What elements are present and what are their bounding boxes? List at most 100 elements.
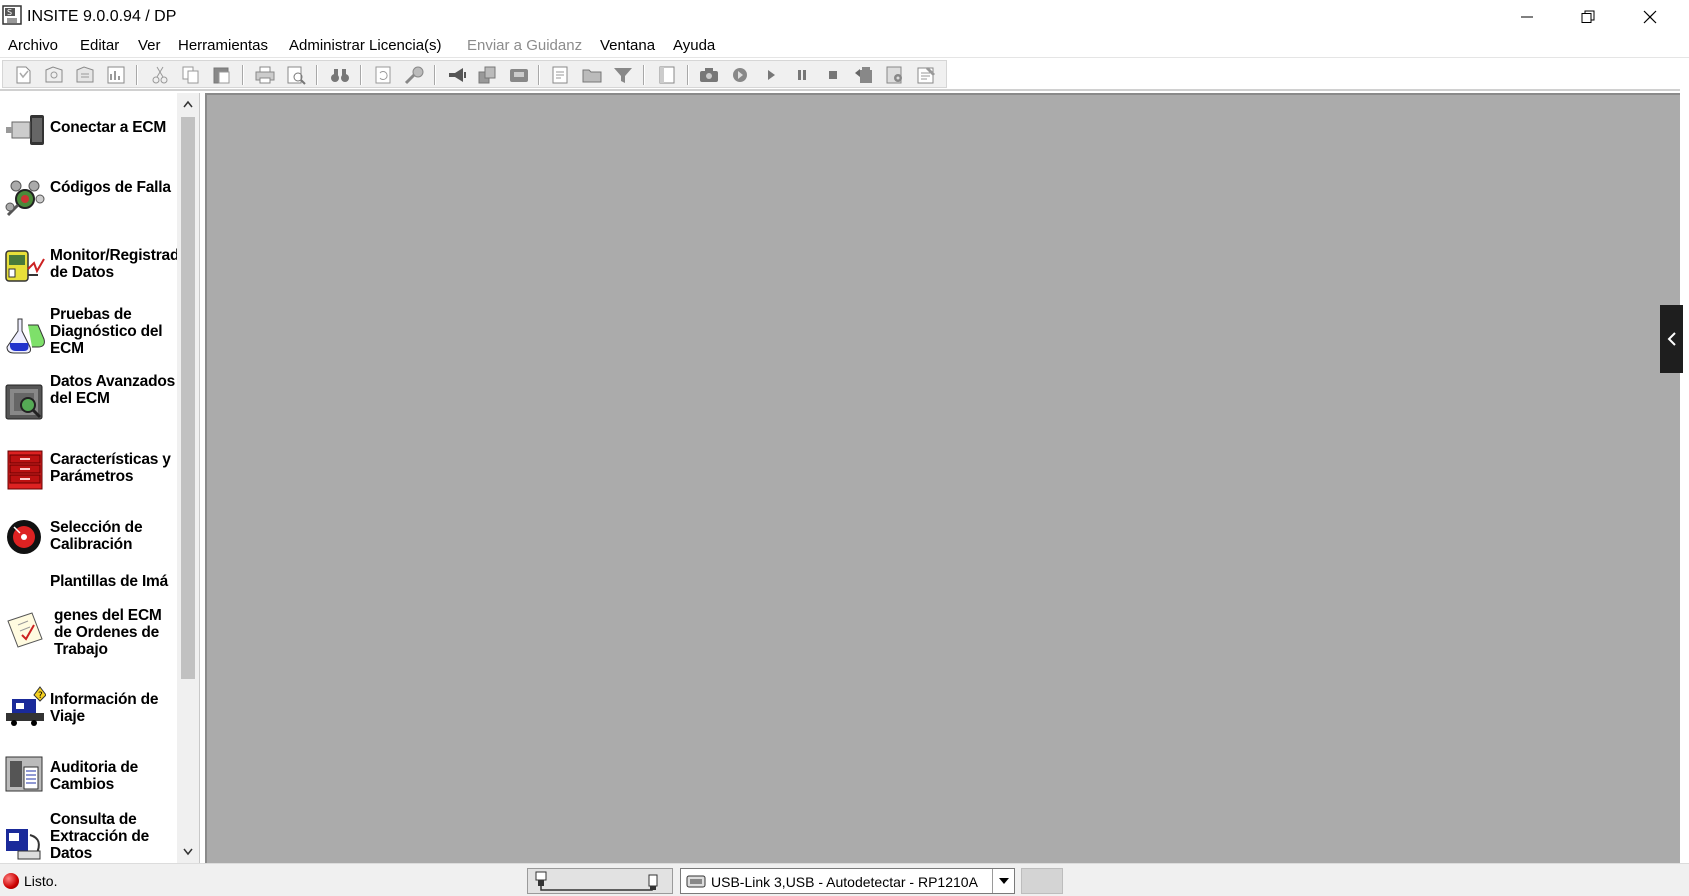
chevron-up-icon <box>183 100 193 108</box>
record-icon[interactable] <box>728 64 752 86</box>
play-icon[interactable] <box>759 64 783 86</box>
nav-item-pruebas-diagnostico[interactable]: Pruebas de Diagnóstico del ECM <box>0 301 178 365</box>
svg-text:S: S <box>7 8 12 17</box>
nav-item-datos-avanzados[interactable]: Datos Avanzados del ECM <box>0 369 178 433</box>
nav-item-auditoria-cambios[interactable]: Auditoria de Cambios <box>0 745 178 809</box>
menu-administrar-licencias[interactable]: Administrar Licencia(s) <box>289 37 442 54</box>
scroll-up-button[interactable] <box>177 93 199 115</box>
minimize-button[interactable] <box>1497 0 1557 34</box>
adapter-device-value: USB-Link 3,USB - Autodetectar - RP1210A <box>711 874 978 890</box>
insite-logo-icon: S <box>2 5 22 25</box>
restore-icon <box>1581 10 1595 23</box>
page-icon[interactable] <box>655 64 679 86</box>
copy-icon[interactable] <box>179 64 203 86</box>
nav-label-codigos-falla: Códigos de Falla <box>50 179 171 196</box>
save-icon[interactable] <box>73 64 97 86</box>
data-extraction-icon <box>6 829 41 860</box>
trip-info-icon: ? <box>6 686 46 726</box>
cable-icon <box>535 871 658 891</box>
data-monitor-icon <box>5 250 45 282</box>
scroll-down-button[interactable] <box>177 841 199 863</box>
nav-item-codigos-falla[interactable]: Códigos de Falla <box>0 165 178 229</box>
menu-ventana[interactable]: Ventana <box>600 37 655 54</box>
find-icon[interactable] <box>328 64 352 86</box>
svg-text:?: ? <box>38 691 43 701</box>
restore-button[interactable] <box>1558 0 1618 34</box>
nav-label-informacion-viaje: Información de Viaje <box>50 691 159 725</box>
menu-herramientas[interactable]: Herramientas <box>178 37 268 54</box>
new-icon[interactable] <box>11 64 35 86</box>
device-dropdown-button[interactable] <box>992 869 1014 893</box>
close-icon <box>1643 10 1657 24</box>
toolbox-icon <box>7 450 43 490</box>
nav-label-consulta-extraccion: Consulta de Extracción de Datos <box>50 811 150 862</box>
nav-item-conectar-ecm[interactable]: Conectar a ECM <box>0 105 178 155</box>
document-icon[interactable] <box>549 64 573 86</box>
nav-label-pruebas-diagnostico: Pruebas de Diagnóstico del ECM <box>50 306 163 357</box>
camera-icon[interactable] <box>697 64 721 86</box>
filter-icon[interactable] <box>611 64 635 86</box>
pause-icon[interactable] <box>790 64 814 86</box>
folder-icon[interactable] <box>580 64 604 86</box>
nav-label-monitor-registrador: Monitor/Registrador de Datos <box>50 247 195 281</box>
audit-icon <box>5 756 43 792</box>
flask-icon <box>6 318 45 354</box>
cut-icon[interactable] <box>148 64 172 86</box>
menu-ver[interactable]: Ver <box>138 37 161 54</box>
toolbar <box>0 58 1680 91</box>
horn-icon[interactable] <box>445 64 469 86</box>
collapse-side-panel-button[interactable] <box>1660 305 1683 373</box>
close-button[interactable] <box>1620 0 1680 34</box>
stop-icon[interactable] <box>821 64 845 86</box>
connector-icon <box>6 115 44 145</box>
advanced-data-icon <box>5 384 43 420</box>
menu-ayuda[interactable]: Ayuda <box>673 37 715 54</box>
nav-label-conectar-ecm: Conectar a ECM <box>50 119 167 136</box>
notes-icon[interactable] <box>914 64 938 86</box>
open-icon[interactable] <box>42 64 66 86</box>
report-icon[interactable] <box>104 64 128 86</box>
calibration-disc-icon <box>7 520 41 554</box>
connect-tool-icon[interactable] <box>402 64 426 86</box>
navigation-sidebar: Conectar a ECM Códigos de Falla Monitor/… <box>0 93 200 863</box>
menu-editar[interactable]: Editar <box>80 37 119 54</box>
nav-item-caracteristicas-parametros[interactable]: Características y Parámetros <box>0 437 178 501</box>
group-icon[interactable] <box>476 64 500 86</box>
nav-label-plantillas-line1: Plantillas de Imá <box>50 573 169 590</box>
status-panel <box>1021 868 1063 894</box>
paste-icon[interactable] <box>210 64 234 86</box>
nav-item-plantillas-imagenes[interactable]: Plantillas de Imá genes del ECM de Orden… <box>0 573 178 671</box>
adapter-cable-indicator <box>527 868 673 894</box>
checklist-icon <box>7 612 43 648</box>
nav-label-datos-avanzados: Datos Avanzados del ECM <box>50 373 176 407</box>
nav-label-seleccion-calibracion: Selección de Calibración <box>50 519 143 553</box>
nav-label-auditoria-cambios: Auditoria de Cambios <box>50 759 139 793</box>
window-title: INSITE 9.0.0.94 / DP <box>27 8 177 25</box>
module-icon[interactable] <box>507 64 531 86</box>
menu-archivo[interactable]: Archivo <box>8 37 58 54</box>
connection-status-icon <box>3 873 19 889</box>
nav-item-monitor-registrador[interactable]: Monitor/Registrador de Datos <box>0 233 195 297</box>
scroll-thumb[interactable] <box>181 117 195 679</box>
fault-codes-icon <box>5 180 45 217</box>
export-icon[interactable] <box>852 64 876 86</box>
refresh-icon[interactable] <box>371 64 395 86</box>
menu-enviar-a-guidanz[interactable]: Enviar a Guidanz <box>467 37 582 54</box>
print-icon[interactable] <box>253 64 277 86</box>
adapter-device-select[interactable]: USB-Link 3,USB - Autodetectar - RP1210A <box>680 868 1015 894</box>
menu-bar: Archivo Editar Ver Herramientas Administ… <box>0 34 1689 58</box>
usb-adapter-icon <box>686 875 706 888</box>
chevron-down-icon <box>183 848 193 856</box>
sidebar-scrollbar[interactable] <box>177 93 199 863</box>
settings-icon[interactable] <box>883 64 907 86</box>
insite-window: S INSITE 9.0.0.94 / DP Archivo Editar Ve… <box>0 0 1689 896</box>
mdi-workspace <box>205 93 1680 863</box>
status-text: Listo. <box>24 873 58 889</box>
toolbar-strip <box>2 60 947 88</box>
chevron-left-icon <box>1667 332 1676 346</box>
nav-label-caracteristicas-parametros: Características y Parámetros <box>50 451 171 485</box>
print-preview-icon[interactable] <box>284 64 308 86</box>
nav-item-consulta-extraccion[interactable]: Consulta de Extracción de Datos <box>0 809 178 863</box>
nav-item-seleccion-calibracion[interactable]: Selección de Calibración <box>0 505 178 569</box>
nav-item-informacion-viaje[interactable]: ? Información de Viaje <box>0 677 178 741</box>
